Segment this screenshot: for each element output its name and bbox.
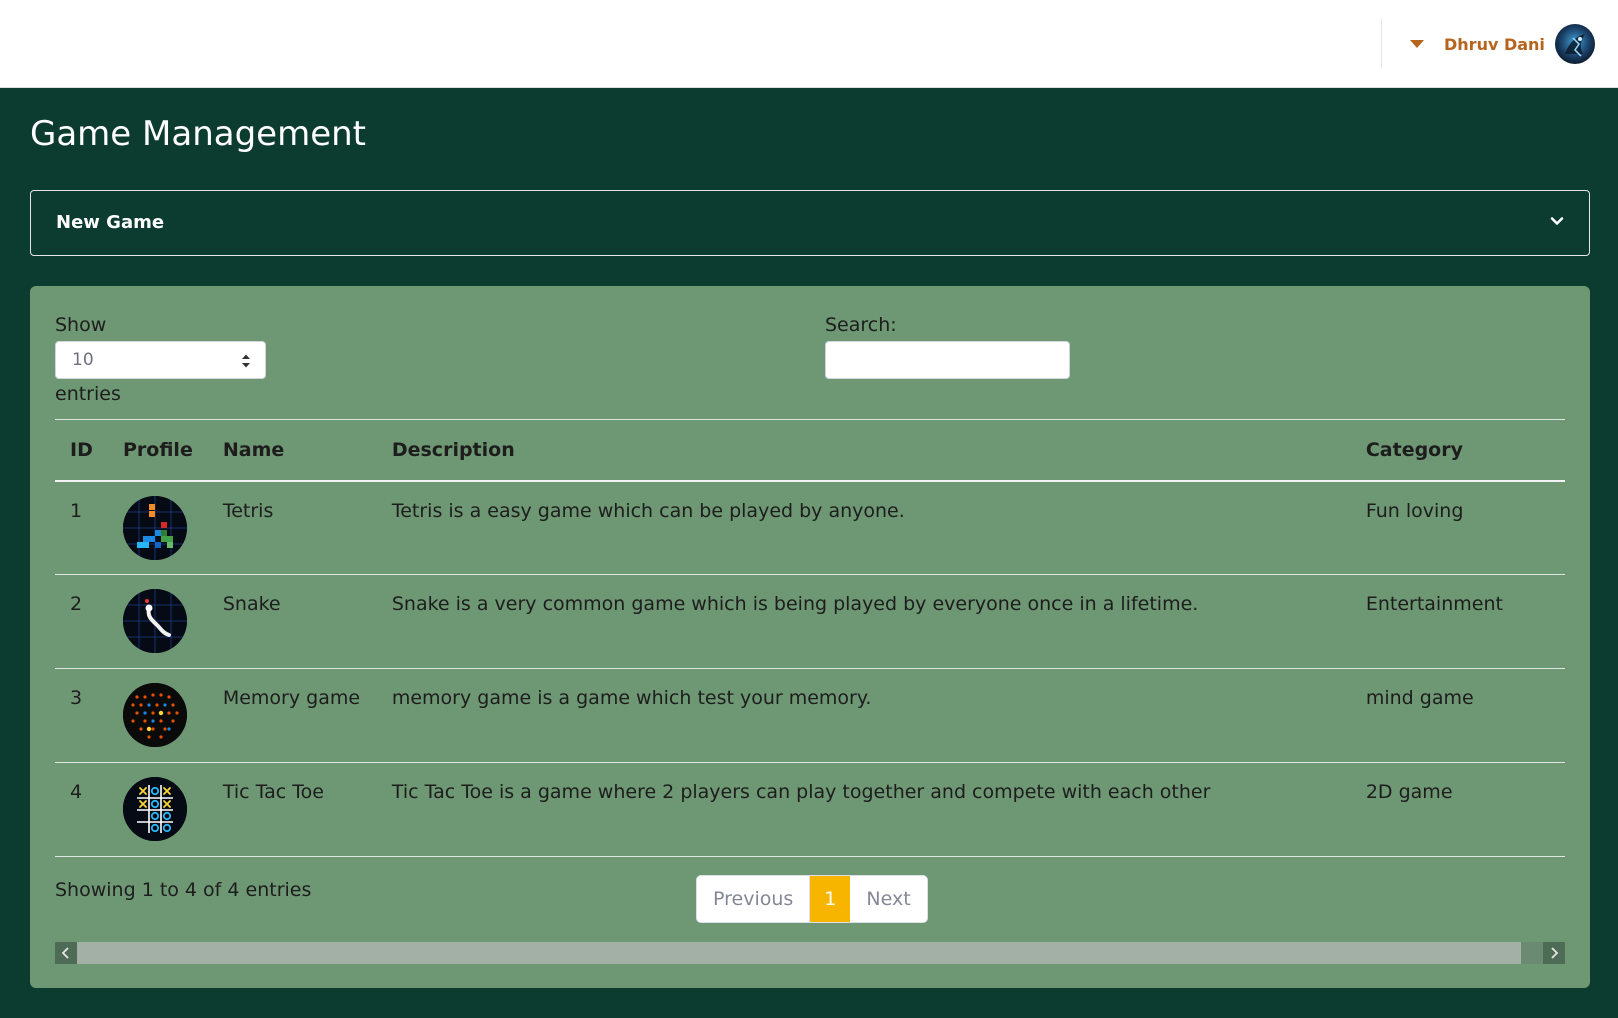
column-header-description[interactable]: Description — [376, 419, 1351, 482]
chevron-right-icon — [1551, 947, 1559, 959]
column-header-profile[interactable]: Profile — [108, 419, 208, 482]
pagination-page-1[interactable]: 1 — [810, 876, 851, 922]
entries-length-value: 10 — [72, 350, 94, 370]
user-name: Dhruv Dani — [1444, 34, 1545, 54]
cell-description: Snake is a very common game which is bei… — [376, 574, 1351, 669]
cell-description: memory game is a game which test your me… — [376, 668, 1351, 763]
scrollbar-track-end — [1521, 942, 1543, 964]
cell-description: Tic Tac Toe is a game where 2 players ca… — [376, 762, 1351, 857]
cell-name: Tetris — [207, 480, 377, 575]
table-row: 3 Memory game memory game is a game whic… — [55, 668, 1565, 763]
cell-name: Tic Tac Toe — [207, 762, 377, 857]
cell-id: 4 — [55, 762, 108, 857]
cell-profile — [108, 668, 208, 763]
cell-category: Entertainment — [1350, 574, 1565, 669]
user-menu-dropdown[interactable]: Dhruv Dani — [1410, 22, 1595, 66]
column-header-category[interactable]: Category — [1350, 419, 1565, 482]
memory-game-icon — [123, 683, 187, 747]
chevron-left-icon — [61, 947, 69, 959]
scroll-left-button[interactable] — [55, 942, 77, 964]
snake-icon — [123, 589, 187, 653]
select-arrows-icon — [242, 354, 250, 368]
scroll-right-button[interactable] — [1543, 942, 1565, 964]
pagination-previous-button[interactable]: Previous — [697, 876, 811, 922]
tic-tac-toe-icon — [123, 777, 187, 841]
search-label: Search: — [825, 314, 897, 336]
games-table: ID Profile Name Description Category 1 T… — [55, 419, 1565, 857]
new-game-label: New Game — [56, 212, 165, 233]
top-navbar: Dhruv Dani — [0, 0, 1618, 88]
cell-profile — [108, 480, 208, 575]
cell-name: Memory game — [207, 668, 377, 763]
page-title: Game Management — [30, 114, 366, 154]
caret-down-icon — [1410, 40, 1424, 48]
column-header-name[interactable]: Name — [207, 419, 377, 482]
cell-category: 2D game — [1350, 762, 1565, 857]
column-header-id[interactable]: ID — [55, 419, 108, 482]
search-input[interactable] — [825, 341, 1070, 379]
tetris-icon — [123, 495, 187, 560]
cell-id: 3 — [55, 668, 108, 763]
user-avatar[interactable] — [1554, 24, 1595, 64]
cell-category: mind game — [1350, 668, 1565, 763]
scrollbar-thumb[interactable] — [77, 942, 1521, 964]
cell-name: Snake — [207, 574, 377, 669]
cell-profile — [108, 762, 208, 857]
new-game-collapse-toggle[interactable]: New Game — [30, 190, 1590, 256]
entries-label: entries — [55, 383, 121, 405]
horizontal-scrollbar[interactable] — [55, 942, 1565, 964]
table-row: 4 Tic Tac Toe Tic Tac Toe is a game wher… — [55, 762, 1565, 857]
chevron-down-icon — [1550, 217, 1564, 225]
cell-category: Fun loving — [1350, 480, 1565, 575]
table-row: 1 Tetris Tetris is a easy game which can… — [55, 480, 1565, 575]
entries-length-select[interactable]: 10 — [55, 341, 266, 379]
cell-id: 2 — [55, 574, 108, 669]
games-table-card: Show 10 entries Search: ID Profile Name … — [30, 286, 1590, 988]
navbar-divider — [1381, 18, 1382, 68]
cell-description: Tetris is a easy game which can be playe… — [376, 480, 1351, 575]
table-info: Showing 1 to 4 of 4 entries — [55, 879, 312, 901]
pagination-next-button[interactable]: Next — [850, 876, 927, 922]
pagination: Previous 1 Next — [696, 875, 928, 923]
cell-id: 1 — [55, 480, 108, 575]
show-label: Show — [55, 314, 107, 336]
cell-profile — [108, 574, 208, 669]
table-header-row: ID Profile Name Description Category — [55, 419, 1565, 482]
table-row: 2 Snake Snake is a very common game whic… — [55, 574, 1565, 669]
